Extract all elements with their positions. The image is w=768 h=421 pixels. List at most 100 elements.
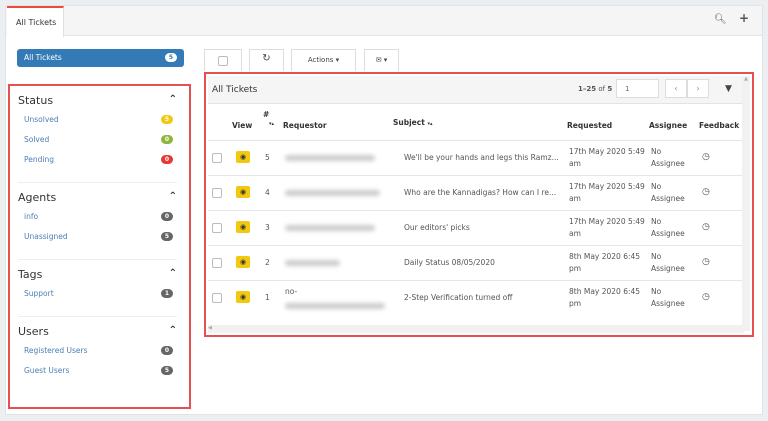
- eye-icon[interactable]: ◉: [236, 291, 250, 303]
- search-icon[interactable]: 🔍︎: [714, 14, 727, 25]
- actions-button[interactable]: Actions ▾: [291, 49, 356, 71]
- app-frame: All Tickets 🔍︎ + All Tickets 5 Status ⌃ Un…: [5, 5, 763, 415]
- col-view: View: [232, 121, 253, 130]
- sidebar-item[interactable]: info 0: [18, 209, 177, 229]
- sidebar-item[interactable]: Unassigned 5: [18, 229, 177, 249]
- sidebar-item[interactable]: Solved 0: [18, 132, 177, 152]
- envelope-icon: ✉: [375, 56, 382, 64]
- count-badge: 5: [160, 232, 173, 241]
- clock-icon[interactable]: ◷: [702, 291, 710, 303]
- total: 5: [607, 85, 613, 93]
- table-row[interactable]: ◉ 5 We'll be your hands and legs this Ra…: [208, 140, 744, 175]
- sidebar-item[interactable]: Support 1: [18, 286, 177, 306]
- chevron-up-icon[interactable]: ⌃: [169, 268, 177, 279]
- ticket-subject[interactable]: Daily Status 08/05/2020: [404, 257, 564, 269]
- sidebar-section-users: Users ⌃ Registered Users 0 Guest Users 5: [18, 317, 177, 393]
- eye-icon[interactable]: ◉: [236, 256, 250, 268]
- clock-icon[interactable]: ◷: [702, 151, 710, 163]
- ticket-subject[interactable]: We'll be your hands and legs this Ramz..…: [404, 152, 564, 164]
- section-title: Tags: [18, 268, 43, 281]
- chevron-up-icon[interactable]: ⌃: [169, 94, 177, 105]
- ticket-number: 5: [265, 153, 270, 162]
- refresh-button[interactable]: ↻: [249, 49, 284, 71]
- row-checkbox[interactable]: [212, 293, 222, 303]
- sort-icon: ▾▴: [427, 121, 433, 127]
- table-row[interactable]: ◉ 1 no- 2-Step Verification turned off 8…: [208, 280, 744, 315]
- table-row[interactable]: ◉ 3 Our editors' picks 17th May 2020 5:4…: [208, 210, 744, 245]
- row-checkbox[interactable]: [212, 188, 222, 198]
- tickets-panel: All Tickets 1–25 of 5 1 ‹ › ▼ View # ▾▴ …: [204, 72, 754, 337]
- range: 1–25: [578, 85, 597, 93]
- assignee: No Assignee: [651, 182, 685, 203]
- clock-icon[interactable]: ◷: [702, 256, 710, 268]
- actions-label: Actions: [307, 56, 334, 64]
- row-checkbox[interactable]: [212, 223, 222, 233]
- requested-date: 8th May 2020 6:45 pm: [569, 252, 641, 273]
- all-tickets-button[interactable]: All Tickets 5: [17, 49, 184, 67]
- col-subject[interactable]: Subject ▾▴: [393, 118, 432, 127]
- eye-icon[interactable]: ◉: [236, 151, 250, 163]
- assignee: No Assignee: [651, 147, 685, 168]
- sidebar-item-label: Registered Users: [24, 346, 88, 355]
- tab-all-tickets[interactable]: All Tickets: [7, 6, 64, 37]
- eye-icon[interactable]: ◉: [236, 186, 250, 198]
- checkbox[interactable]: [218, 56, 228, 66]
- select-all-button[interactable]: [204, 49, 242, 71]
- sidebar-section-agents: Agents ⌃ info 0 Unassigned 5: [18, 183, 177, 260]
- table-row[interactable]: ◉ 2 Daily Status 08/05/2020 8th May 2020…: [208, 245, 744, 280]
- clock-icon[interactable]: ◷: [702, 186, 710, 198]
- horizontal-scrollbar[interactable]: ◀: [208, 325, 744, 333]
- sidebar-item-label: info: [24, 212, 39, 221]
- section-title: Agents: [18, 191, 57, 204]
- requestor-redacted: [285, 155, 375, 161]
- row-checkbox[interactable]: [212, 258, 222, 268]
- count-badge: 0: [160, 155, 173, 164]
- ticket-number: 2: [265, 258, 270, 267]
- vertical-scrollbar[interactable]: ▲: [742, 76, 750, 331]
- section-title: Users: [18, 325, 49, 338]
- table-row[interactable]: ◉ 4 Who are the Kannadigas? How can I re…: [208, 175, 744, 210]
- chevron-up-icon[interactable]: ⌃: [169, 325, 177, 336]
- sidebar-section-status: Status ⌃ Unsolved 5 Solved 0 Pending 0: [18, 86, 177, 183]
- col-number[interactable]: #: [263, 110, 269, 119]
- next-page-button[interactable]: ›: [687, 79, 709, 98]
- count-badge: 1: [160, 289, 173, 298]
- count-badge: 0: [160, 346, 173, 355]
- plus-icon[interactable]: +: [739, 11, 749, 25]
- tab-bar: All Tickets 🔍︎ +: [6, 6, 762, 37]
- requestor-redacted: [285, 303, 385, 309]
- requestor-redacted: [285, 190, 380, 196]
- row-checkbox[interactable]: [212, 153, 222, 163]
- sidebar-item[interactable]: Registered Users 0: [18, 343, 177, 363]
- assignee: No Assignee: [651, 217, 685, 238]
- refresh-icon: ↻: [262, 53, 271, 64]
- page-input[interactable]: 1: [616, 79, 659, 98]
- sidebar-item[interactable]: Guest Users 5: [18, 363, 177, 383]
- eye-icon[interactable]: ◉: [236, 221, 250, 233]
- sidebar-item[interactable]: Unsolved 5: [18, 112, 177, 132]
- requestor-redacted: [285, 260, 340, 266]
- sort-icon[interactable]: ▾▴: [269, 121, 274, 127]
- sidebar-item[interactable]: Pending 0: [18, 152, 177, 172]
- count-badge: 5: [160, 366, 173, 375]
- chevron-up-icon[interactable]: ⌃: [169, 191, 177, 202]
- col-requestor: Requestor: [283, 121, 327, 130]
- sidebar-item-label: Pending: [24, 155, 54, 164]
- ticket-subject[interactable]: 2-Step Verification turned off: [404, 292, 564, 304]
- sidebar-item-label: Support: [24, 289, 54, 298]
- prev-page-button[interactable]: ‹: [665, 79, 687, 98]
- filter-icon[interactable]: ▼: [725, 84, 732, 94]
- ticket-subject[interactable]: Who are the Kannadigas? How can I re...: [404, 187, 564, 199]
- clock-icon[interactable]: ◷: [702, 221, 710, 233]
- section-title: Status: [18, 94, 54, 107]
- all-tickets-label: All Tickets: [24, 53, 62, 62]
- count-badge: 5: [160, 115, 173, 124]
- caret-down-icon: ▾: [383, 56, 388, 64]
- col-feedback: Feedback: [699, 121, 740, 130]
- requestor-redacted: [285, 225, 375, 231]
- ticket-subject[interactable]: Our editors' picks: [404, 222, 564, 234]
- sidebar-item-label: Unassigned: [24, 232, 68, 241]
- requested-date: 17th May 2020 5:49 am: [569, 182, 645, 203]
- email-button[interactable]: ✉ ▾: [364, 49, 399, 71]
- pagination-info: 1–25 of 5: [578, 85, 612, 93]
